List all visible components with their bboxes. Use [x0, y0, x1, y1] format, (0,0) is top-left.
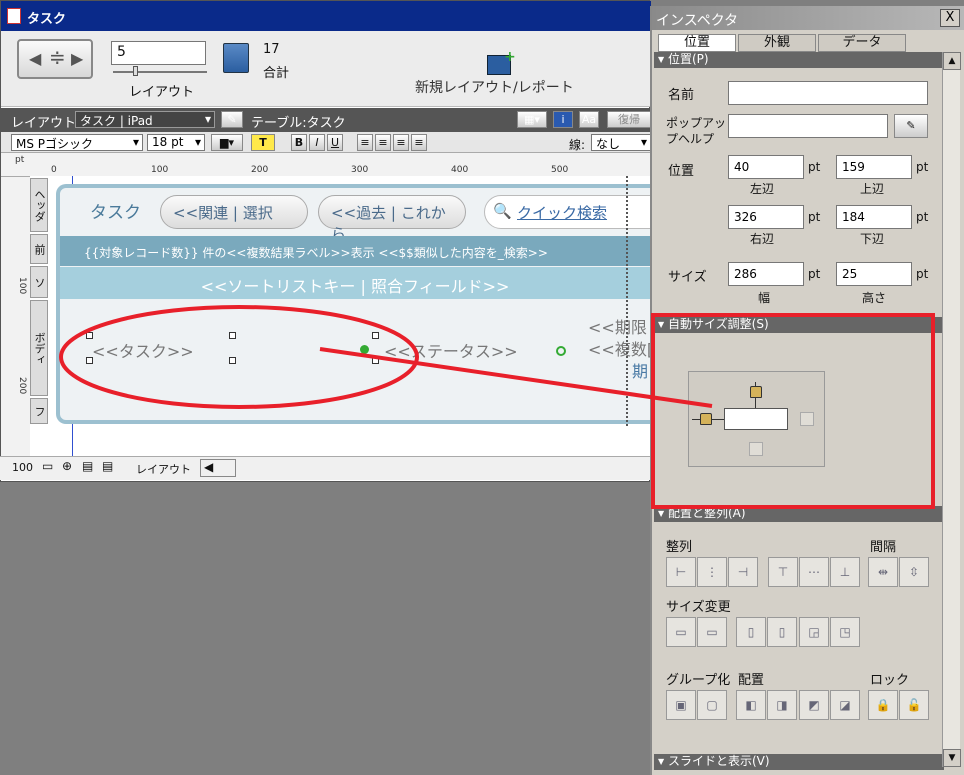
- annotation-overlay: [59, 305, 935, 509]
- annotation-box: [651, 313, 935, 509]
